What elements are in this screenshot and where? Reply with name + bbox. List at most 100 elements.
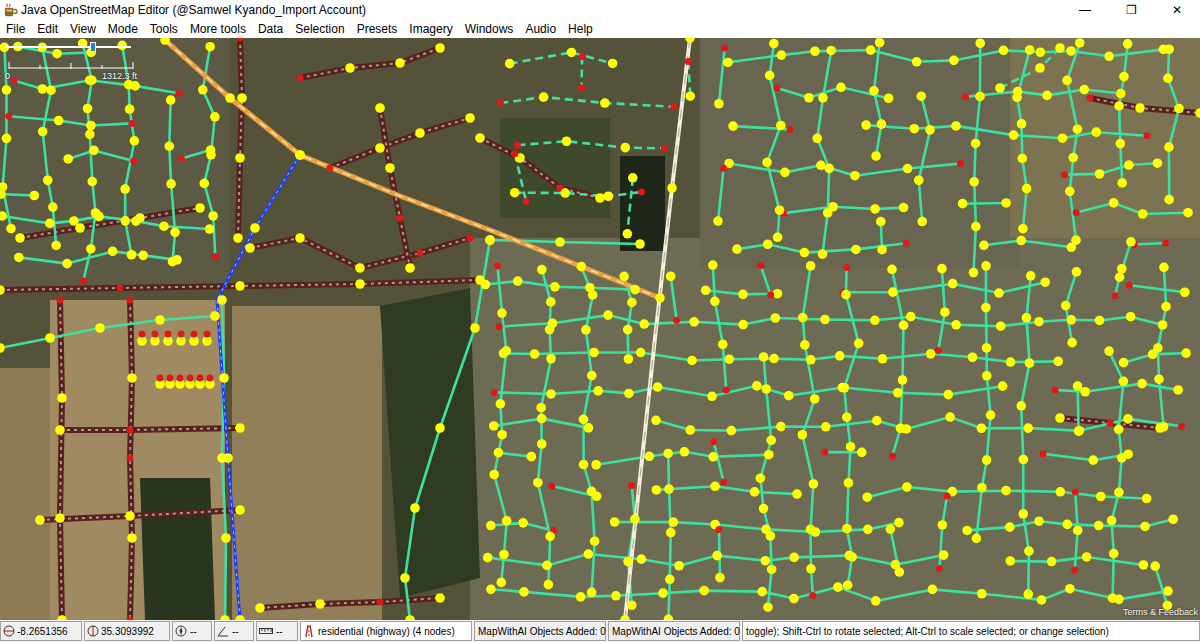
- map-node[interactable]: [765, 71, 775, 81]
- map-node[interactable]: [979, 240, 989, 250]
- map-node[interactable]: [202, 336, 212, 346]
- map-node[interactable]: [127, 455, 134, 462]
- map-node[interactable]: [1080, 85, 1090, 95]
- map-node[interactable]: [45, 219, 55, 229]
- map-node[interactable]: [150, 336, 160, 346]
- menu-item[interactable]: Edit: [31, 21, 64, 37]
- street-way[interactable]: [19, 251, 177, 263]
- map-node[interactable]: [652, 485, 662, 495]
- map-node[interactable]: [235, 505, 245, 515]
- map-node[interactable]: [843, 264, 850, 271]
- menu-item[interactable]: Selection: [289, 21, 350, 37]
- map-node[interactable]: [124, 80, 134, 90]
- map-node[interactable]: [80, 277, 87, 284]
- track-way[interactable]: [260, 598, 440, 608]
- map-node[interactable]: [756, 473, 766, 483]
- map-node[interactable]: [518, 518, 528, 528]
- map-node[interactable]: [505, 59, 515, 69]
- map-node[interactable]: [435, 423, 445, 433]
- map-node[interactable]: [1055, 43, 1065, 53]
- path-way[interactable]: [510, 52, 613, 63]
- map-node[interactable]: [197, 375, 204, 382]
- map-node[interactable]: [15, 233, 25, 243]
- map-node[interactable]: [375, 103, 385, 113]
- map-node[interactable]: [1026, 271, 1036, 281]
- map-node[interactable]: [804, 93, 814, 103]
- map-node[interactable]: [1034, 317, 1044, 327]
- map-node[interactable]: [653, 382, 663, 392]
- map-node[interactable]: [975, 92, 985, 102]
- street-way[interactable]: [1078, 386, 1079, 431]
- map-node[interactable]: [670, 103, 677, 110]
- map-node[interactable]: [496, 323, 503, 330]
- map-node[interactable]: [1023, 423, 1033, 433]
- map-node[interactable]: [581, 325, 591, 335]
- map-node[interactable]: [1162, 239, 1169, 246]
- map-node[interactable]: [909, 124, 919, 134]
- map-node[interactable]: [708, 260, 718, 270]
- map-node[interactable]: [666, 271, 676, 281]
- map-node[interactable]: [87, 75, 97, 85]
- street-way[interactable]: [1065, 163, 1158, 174]
- map-node[interactable]: [763, 239, 773, 249]
- map-node[interactable]: [175, 90, 182, 97]
- street-way[interactable]: [42, 47, 56, 245]
- map-node[interactable]: [627, 600, 637, 610]
- map-node[interactable]: [355, 263, 365, 273]
- map-node[interactable]: [295, 233, 305, 243]
- street-way[interactable]: [967, 519, 1173, 530]
- map-node[interactable]: [2, 85, 12, 95]
- map-node[interactable]: [844, 478, 854, 488]
- map-node[interactable]: [1153, 343, 1163, 353]
- map-node[interactable]: [576, 592, 586, 602]
- menu-item[interactable]: Imagery: [403, 21, 458, 37]
- map-node[interactable]: [1071, 235, 1081, 245]
- map-node[interactable]: [497, 100, 504, 107]
- map-node[interactable]: [689, 317, 699, 327]
- map-node[interactable]: [1022, 313, 1032, 323]
- map-node[interactable]: [1017, 154, 1027, 164]
- map-node[interactable]: [46, 85, 56, 95]
- map-node[interactable]: [759, 352, 769, 362]
- map-node[interactable]: [1164, 142, 1174, 152]
- map-node[interactable]: [936, 565, 943, 572]
- map-node[interactable]: [51, 241, 61, 251]
- map-node[interactable]: [962, 526, 972, 536]
- map-node[interactable]: [152, 331, 159, 338]
- map-node[interactable]: [1180, 287, 1190, 297]
- map-node[interactable]: [235, 281, 245, 291]
- map-node[interactable]: [806, 261, 816, 271]
- map-node[interactable]: [728, 121, 738, 131]
- map-node[interactable]: [485, 235, 495, 245]
- map-node[interactable]: [792, 489, 802, 499]
- map-node[interactable]: [590, 536, 600, 546]
- map-node[interactable]: [1140, 522, 1150, 532]
- map-node[interactable]: [1025, 45, 1035, 55]
- map-node[interactable]: [1052, 386, 1059, 393]
- map-node[interactable]: [903, 240, 910, 247]
- map-node[interactable]: [501, 346, 511, 356]
- map-node[interactable]: [225, 93, 235, 103]
- map-node[interactable]: [986, 410, 996, 420]
- map-node[interactable]: [108, 247, 118, 257]
- map-node[interactable]: [62, 259, 72, 269]
- track-way[interactable]: [40, 510, 240, 520]
- map-node[interactable]: [775, 205, 785, 215]
- map-node[interactable]: [1053, 357, 1063, 367]
- street-way[interactable]: [1043, 454, 1128, 460]
- map-node[interactable]: [759, 504, 769, 514]
- map-node[interactable]: [125, 511, 135, 521]
- map-node[interactable]: [327, 165, 334, 172]
- map-node[interactable]: [1173, 385, 1183, 395]
- map-node[interactable]: [189, 336, 199, 346]
- map-node[interactable]: [870, 315, 880, 325]
- map-node[interactable]: [513, 276, 523, 286]
- map-node[interactable]: [823, 208, 833, 218]
- map-node[interactable]: [724, 354, 734, 364]
- map-node[interactable]: [1087, 95, 1094, 102]
- map-node[interactable]: [738, 320, 748, 330]
- map-node[interactable]: [971, 222, 981, 232]
- map-node[interactable]: [971, 139, 981, 149]
- map-node[interactable]: [1114, 101, 1124, 111]
- map-node[interactable]: [1036, 47, 1046, 57]
